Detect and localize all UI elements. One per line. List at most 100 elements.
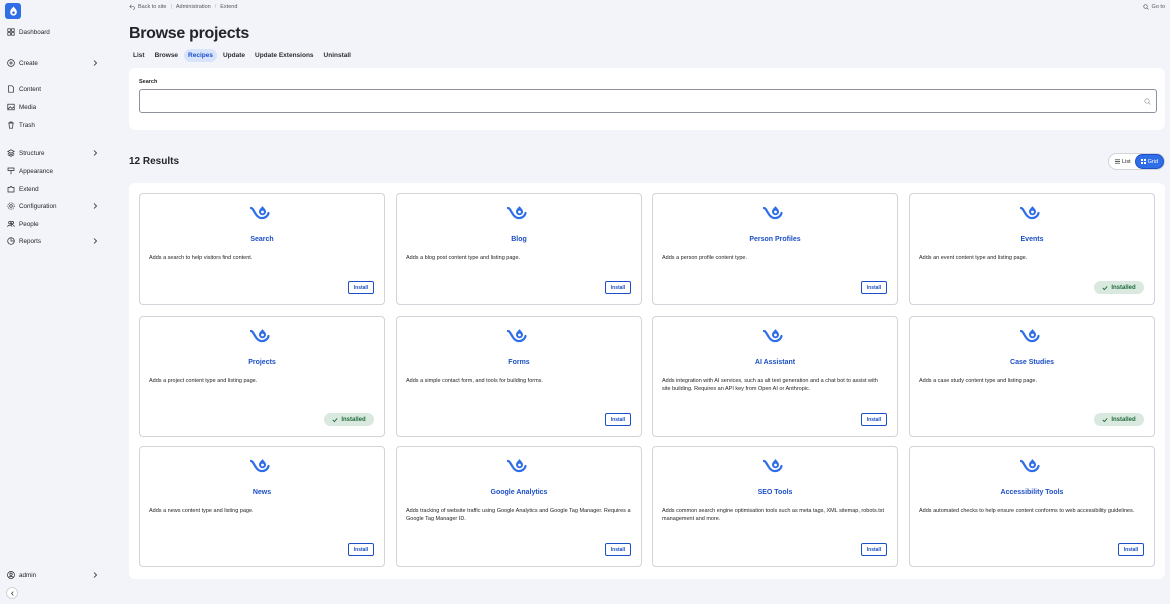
recipe-title[interactable]: Accessibility Tools: [910, 489, 1154, 496]
search-icon: [1142, 4, 1149, 10]
sidebar: Dashboard Create Content Media Trash Structur…: [0, 0, 109, 604]
layers-icon: [7, 149, 15, 157]
recipe-title[interactable]: Case Studies: [910, 359, 1154, 366]
chevron-right-icon: [93, 60, 98, 66]
recipe-title[interactable]: Person Profiles: [653, 236, 897, 243]
install-button[interactable]: Install: [605, 413, 631, 426]
recipe-description: Adds a search to help visitors find cont…: [149, 255, 253, 261]
tab-update-extensions[interactable]: Update Extensions: [251, 49, 318, 62]
recipe-icon: [249, 205, 270, 221]
recipe-description: Adds a person profile content type.: [662, 255, 747, 261]
recipe-title[interactable]: Blog: [397, 236, 641, 243]
sidebar-item-label: Extend: [19, 185, 39, 193]
breadcrumb-administration[interactable]: Administration: [176, 4, 211, 10]
recipe-icon: [1019, 328, 1040, 344]
search-input[interactable]: [139, 89, 1157, 113]
user-icon: [7, 571, 15, 579]
gear-icon: [7, 202, 15, 210]
recipe-icon: [249, 458, 270, 474]
recipe-icon: [506, 458, 527, 474]
install-button[interactable]: Install: [861, 281, 887, 294]
recipe-title[interactable]: News: [140, 489, 384, 496]
collapse-sidebar-button[interactable]: [6, 587, 18, 599]
tab-recipes[interactable]: Recipes: [184, 49, 217, 62]
installed-label: Installed: [1111, 284, 1136, 291]
breadcrumb-divider: |: [170, 4, 172, 10]
installed-label: Installed: [341, 416, 366, 423]
recipe-title[interactable]: SEO Tools: [653, 489, 897, 496]
go-to-button[interactable]: Go to: [1142, 4, 1165, 10]
sidebar-item-reports[interactable]: Reports: [7, 235, 103, 247]
sidebar-item-label: Media: [19, 103, 37, 111]
view-toggle: List Grid: [1108, 153, 1165, 170]
tab-update[interactable]: Update: [219, 49, 249, 62]
tab-list[interactable]: List: [129, 49, 149, 62]
install-button[interactable]: Install: [348, 281, 374, 294]
sidebar-item-label: Content: [19, 85, 42, 93]
recipe-card-person-profiles: Person Profiles Adds a person profile con…: [652, 193, 898, 305]
installed-label: Installed: [1111, 416, 1136, 423]
install-button[interactable]: Install: [861, 543, 887, 556]
list-view-button[interactable]: List: [1110, 155, 1136, 168]
recipe-description: Adds a blog post content type and listin…: [406, 255, 521, 261]
recipe-card-accessibility-tools: Accessibility Tools Adds automated checks…: [909, 446, 1155, 567]
sidebar-item-label: Dashboard: [19, 28, 50, 36]
tab-uninstall[interactable]: Uninstall: [320, 49, 355, 62]
recipe-card-google-analytics: Google Analytics Adds tracking of website…: [396, 446, 642, 567]
sidebar-item-label: People: [19, 220, 39, 228]
recipe-icon: [1019, 205, 1040, 221]
recipe-title[interactable]: Search: [140, 236, 384, 243]
dashboard-icon: [7, 28, 15, 36]
recipe-grid: Search Adds a search to help visitors fin…: [129, 183, 1165, 579]
sidebar-item-appearance[interactable]: Appearance: [7, 165, 103, 177]
drupal-logo-icon[interactable]: [5, 3, 21, 19]
recipe-description: Adds common search engine optimisation t…: [662, 508, 885, 522]
install-button[interactable]: Install: [348, 543, 374, 556]
page-title: Browse projects: [129, 25, 249, 42]
recipe-description: Adds a news content type and listing pag…: [149, 508, 254, 514]
recipe-icon: [506, 205, 527, 221]
tab-browse[interactable]: Browse: [151, 49, 182, 62]
install-button[interactable]: Install: [605, 281, 631, 294]
grid-icon: [1140, 159, 1146, 164]
chart-icon: [7, 237, 15, 245]
sidebar-item-dashboard[interactable]: Dashboard: [7, 26, 103, 38]
sidebar-item-admin[interactable]: admin: [7, 569, 103, 581]
recipe-icon: [762, 458, 783, 474]
sidebar-item-content[interactable]: Content: [7, 83, 103, 95]
back-to-site-link[interactable]: Back to site: [138, 4, 166, 10]
sidebar-item-label: Reports: [19, 237, 42, 245]
recipe-title[interactable]: Events: [910, 236, 1154, 243]
sidebar-item-media[interactable]: Media: [7, 101, 103, 113]
search-label: Search: [139, 79, 158, 85]
chevron-right-icon: [93, 572, 98, 578]
sidebar-item-structure[interactable]: Structure: [7, 147, 103, 159]
sidebar-item-label: Create: [19, 59, 38, 67]
recipe-description: Adds a project content type and listing …: [149, 378, 258, 384]
puzzle-icon: [7, 185, 15, 193]
breadcrumb-separator: /: [214, 4, 217, 10]
breadcrumb-extend[interactable]: Extend: [220, 4, 237, 10]
grid-view-label: Grid: [1147, 158, 1158, 165]
recipe-title[interactable]: Forms: [397, 359, 641, 366]
sidebar-item-create[interactable]: Create: [7, 57, 103, 69]
sidebar-item-configuration[interactable]: Configuration: [7, 200, 103, 212]
install-button[interactable]: Install: [1118, 543, 1144, 556]
recipe-description: Adds integration with AI services, such …: [662, 378, 878, 392]
install-button[interactable]: Install: [861, 413, 887, 426]
sidebar-item-people[interactable]: People: [7, 218, 103, 230]
recipe-card-search: Search Adds a search to help visitors fin…: [139, 193, 385, 305]
recipe-card-seo-tools: SEO Tools Adds common search engine optim…: [652, 446, 898, 567]
recipe-description: Adds a simple contact form, and tools fo…: [406, 378, 543, 384]
recipe-title[interactable]: Projects: [140, 359, 384, 366]
recipe-card-projects: Projects Adds a project content type and …: [139, 316, 385, 437]
sidebar-item-label: Appearance: [19, 167, 53, 175]
recipe-title[interactable]: AI Assistant: [653, 359, 897, 366]
grid-view-button[interactable]: Grid: [1135, 155, 1163, 168]
install-button[interactable]: Install: [605, 543, 631, 556]
sidebar-item-extend[interactable]: Extend: [7, 183, 103, 195]
people-icon: [7, 220, 15, 228]
recipe-description: Adds an event content type and listing p…: [919, 255, 1028, 261]
recipe-title[interactable]: Google Analytics: [397, 489, 641, 496]
sidebar-item-trash[interactable]: Trash: [7, 119, 103, 131]
